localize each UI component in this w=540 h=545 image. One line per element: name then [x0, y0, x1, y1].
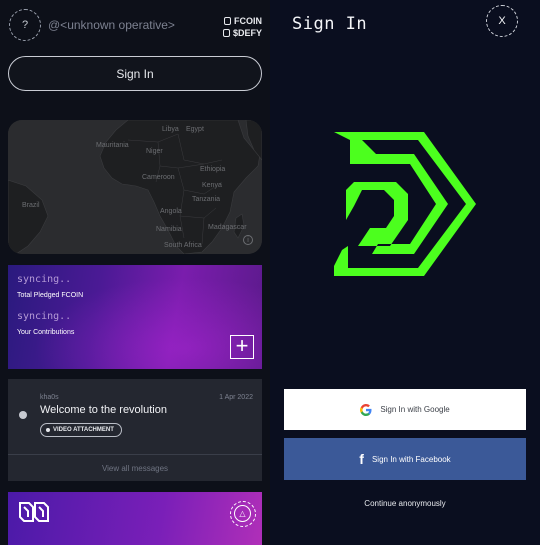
facebook-sign-in-label: Sign In with Facebook — [371, 454, 451, 464]
promo-action-button[interactable]: △ — [230, 501, 256, 527]
brand-logo-icon — [334, 132, 476, 276]
map-label: Niger — [146, 148, 163, 155]
sync-status-total: syncing.. — [17, 274, 72, 285]
google-icon — [360, 403, 372, 416]
operative-name: @<unknown operative> — [48, 18, 175, 32]
message-date: 1 Apr 2022 — [219, 394, 253, 401]
sign-in-button[interactable]: Sign In — [8, 56, 262, 91]
triangle-icon: △ — [234, 505, 251, 522]
africa-map-graphic — [8, 120, 262, 254]
coin-row-defy: $DEFY — [222, 27, 262, 39]
map-label: Egypt — [186, 126, 204, 133]
video-attachment-badge[interactable]: VIDEO ATTACHMENT — [40, 423, 122, 437]
map-label: Libya — [162, 126, 179, 133]
contributions-label: Your Contributions — [17, 329, 75, 336]
attachment-label: VIDEO ATTACHMENT — [53, 427, 114, 433]
coin-icon — [224, 17, 231, 25]
coin-row-fcoin: FCOIN — [223, 15, 262, 27]
sync-status-contributions: syncing.. — [17, 311, 72, 322]
world-map-card[interactable]: Libya Egypt Mauritania Niger Cameroon Et… — [8, 120, 262, 254]
add-pledge-button[interactable]: + — [230, 335, 254, 359]
sign-in-modal: Sign In X Sign In with Google f Sign In … — [270, 0, 540, 545]
map-label: Brazil — [22, 202, 40, 209]
brand-mark-icon — [19, 502, 49, 522]
close-icon: X — [498, 15, 506, 27]
google-sign-in-label: Sign In with Google — [380, 405, 450, 414]
map-label: South Africa — [164, 242, 202, 249]
coin-icon — [222, 29, 230, 37]
message-title[interactable]: Welcome to the revolution — [40, 404, 167, 416]
pledge-stats-card: syncing.. Total Pledged FCOIN syncing.. … — [8, 265, 262, 369]
map-label: Angola — [160, 208, 182, 215]
map-label: Cameroon — [142, 174, 175, 181]
coin-label-defy: $DEFY — [232, 28, 262, 38]
unread-indicator — [19, 411, 27, 419]
map-info-icon[interactable]: i — [243, 235, 253, 245]
map-label: Tanzania — [192, 196, 221, 203]
map-label: Kenya — [202, 182, 222, 189]
map-label: Mauritania — [96, 142, 129, 149]
triangle-glyph: △ — [239, 509, 246, 518]
promo-card[interactable]: △ — [8, 492, 262, 545]
app-home-panel: ? @<unknown operative> FCOIN $DEFY Sign … — [0, 0, 270, 545]
coin-label-fcoin: FCOIN — [234, 16, 262, 26]
facebook-icon: f — [359, 451, 364, 467]
avatar-placeholder-glyph: ? — [21, 19, 29, 31]
avatar[interactable]: ? — [9, 9, 41, 41]
coin-balances: FCOIN $DEFY — [222, 15, 262, 39]
page-title: Sign In — [292, 14, 368, 34]
google-sign-in-button[interactable]: Sign In with Google — [284, 389, 526, 430]
map-label: Namibia — [156, 226, 182, 233]
map-label: Ethiopia — [200, 166, 226, 173]
total-pledged-label: Total Pledged FCOIN — [17, 292, 84, 299]
message-card: kha0s 1 Apr 2022 Welcome to the revoluti… — [8, 379, 262, 481]
attachment-dot-icon — [46, 428, 50, 432]
map-label: Madagascar — [208, 224, 247, 231]
divider — [8, 454, 262, 455]
close-button[interactable]: X — [486, 5, 518, 37]
view-all-messages-link[interactable]: View all messages — [8, 464, 262, 473]
info-glyph: i — [247, 236, 249, 244]
facebook-sign-in-button[interactable]: f Sign In with Facebook — [284, 438, 526, 480]
message-author: kha0s — [40, 394, 59, 401]
continue-anonymously-link[interactable]: Continue anonymously — [270, 499, 540, 508]
